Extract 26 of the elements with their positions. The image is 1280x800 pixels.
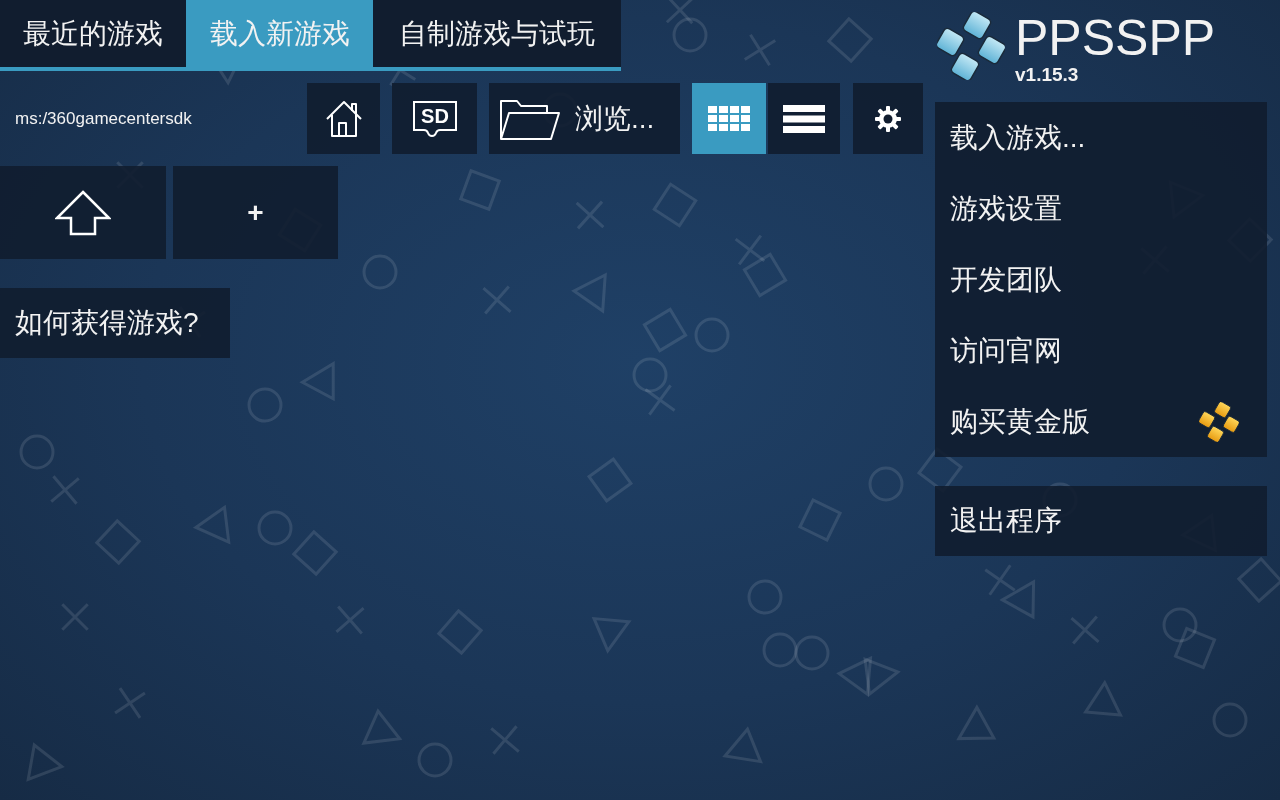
menu-item[interactable]: 访问官网 <box>935 315 1267 386</box>
sd-card-icon: SD <box>411 99 458 138</box>
browse-button[interactable]: 浏览... <box>489 83 680 154</box>
exit-button[interactable]: 退出程序 <box>935 486 1267 556</box>
help-button[interactable]: 如何获得游戏? <box>0 288 230 358</box>
app-title: PPSSPP <box>1015 10 1216 66</box>
home-button[interactable] <box>307 83 380 154</box>
menu-item[interactable]: 游戏设置 <box>935 173 1267 244</box>
parent-folder-button[interactable] <box>0 166 166 259</box>
tab[interactable]: 最近的游戏 <box>0 0 186 67</box>
path-label: ms:/360gamecentersdk <box>15 107 192 130</box>
tab[interactable]: 自制游戏与试玩 <box>373 0 621 67</box>
sd-card-button[interactable]: SD <box>392 83 477 154</box>
add-button[interactable]: + <box>173 166 338 259</box>
menu-item[interactable]: 购买黄金版 <box>935 386 1267 457</box>
list-icon <box>783 104 825 133</box>
settings-button[interactable] <box>853 83 923 154</box>
logo-icon <box>937 12 1005 80</box>
grid-icon <box>708 106 750 131</box>
version-label: v1.15.3 <box>1015 64 1079 86</box>
petal-icon <box>1199 401 1239 442</box>
up-arrow-icon <box>55 189 111 236</box>
list-view-button[interactable] <box>768 83 840 154</box>
menu-item[interactable]: 开发团队 <box>935 244 1267 315</box>
home-icon <box>324 99 363 138</box>
menu-item[interactable]: 载入游戏... <box>935 102 1267 173</box>
